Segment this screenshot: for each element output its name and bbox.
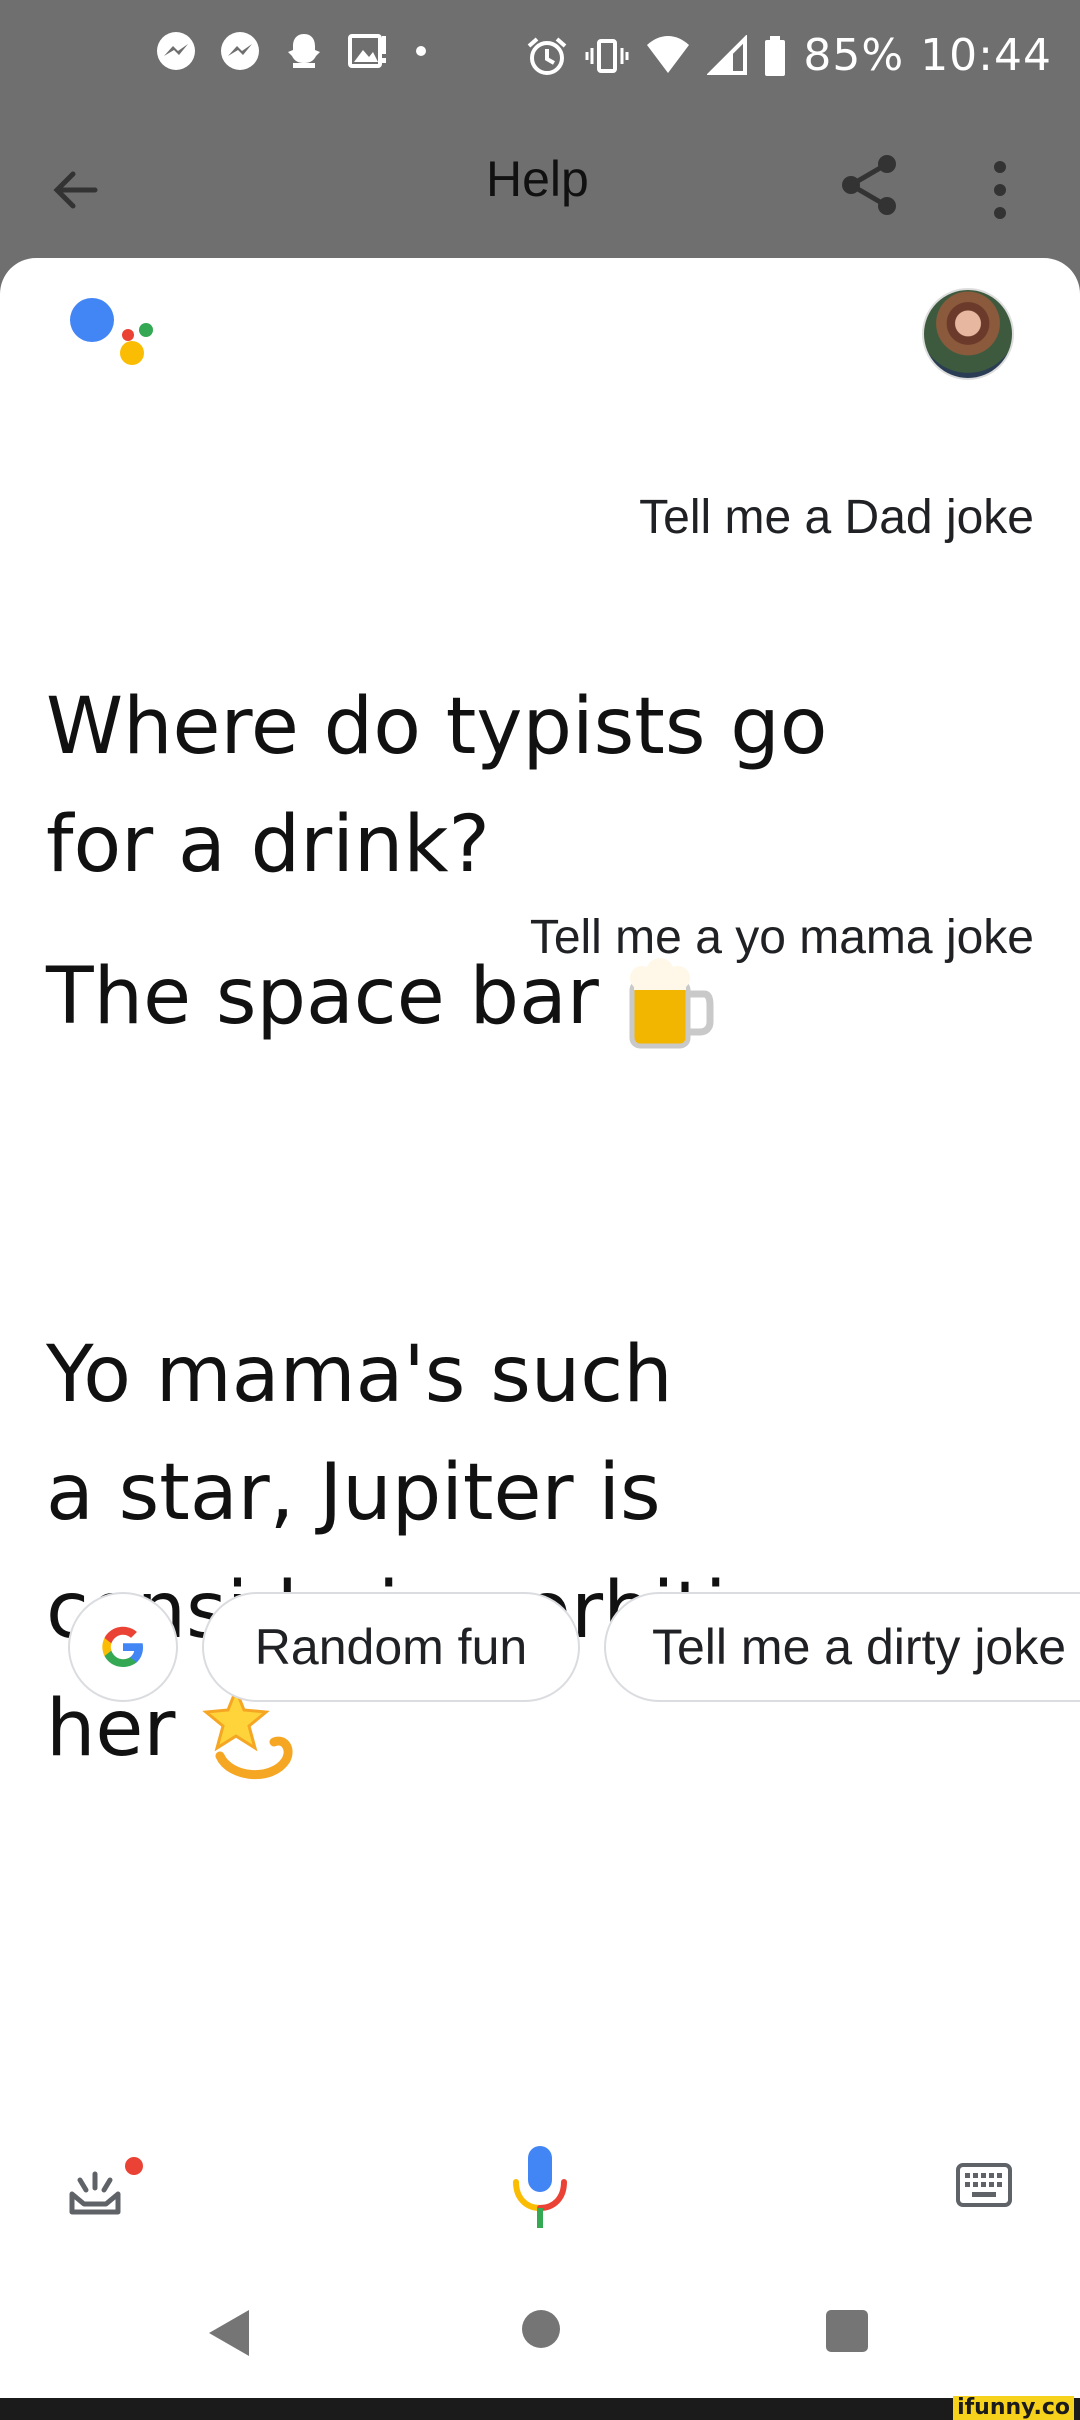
nav-recents-icon[interactable] xyxy=(826,2310,868,2352)
google-assistant-logo xyxy=(70,298,153,365)
explore-snapshot-icon[interactable] xyxy=(68,2152,148,2222)
nav-home-icon[interactable] xyxy=(522,2310,560,2348)
wifi-icon xyxy=(647,35,690,73)
response-line: a star, Jupiter is xyxy=(46,1448,661,1538)
gallery-alert-icon xyxy=(348,34,386,68)
chip-dirty-joke[interactable]: Tell me a dirty joke xyxy=(604,1592,1080,1702)
vibrate-icon xyxy=(585,38,629,73)
clock: 10:44 xyxy=(920,30,1052,81)
google-search-chip[interactable] xyxy=(68,1592,178,1702)
ifunny-watermark: ifunny.co xyxy=(953,2396,1074,2420)
messenger-icon xyxy=(157,32,195,70)
user-message: Tell me a yo mama joke xyxy=(529,911,1034,964)
snapchat-icon xyxy=(288,34,320,68)
app-bar: Help xyxy=(0,120,1080,260)
system-nav-bar xyxy=(0,2270,1080,2390)
more-vert-icon[interactable] xyxy=(985,155,1015,225)
assistant-response: Yo mama's such a star, Jupiter is consid… xyxy=(46,1316,946,1788)
assistant-input-bar xyxy=(0,2130,1080,2240)
keyboard-icon[interactable] xyxy=(955,2160,1013,2210)
response-line: Yo mama's such xyxy=(46,1330,673,1420)
mic-icon[interactable] xyxy=(510,2142,570,2232)
response-line: The space bar xyxy=(46,952,599,1042)
beer-mug-emoji xyxy=(629,957,714,1049)
notification-icons xyxy=(155,30,431,72)
assistant-response: Where do typists go for a drink? xyxy=(46,668,946,904)
chip-random-fun[interactable]: Random fun xyxy=(202,1592,580,1702)
response-line: for a drink? xyxy=(46,800,490,890)
avatar[interactable] xyxy=(922,288,1014,380)
assistant-sheet: Tell me a Dad joke Where do typists go f… xyxy=(0,258,1080,2398)
page-title: Help xyxy=(486,151,589,207)
messenger-icon xyxy=(221,32,259,70)
share-icon[interactable] xyxy=(835,150,905,220)
battery-percent: 85% xyxy=(803,30,905,81)
google-g-icon xyxy=(102,1626,143,1667)
response-line: Where do typists go xyxy=(46,682,828,772)
nav-back-icon[interactable] xyxy=(207,2308,251,2358)
watermark-strip xyxy=(0,2398,1080,2420)
alarm-icon xyxy=(528,36,567,75)
status-bar: 85% 10:44 xyxy=(0,0,1080,120)
suggestion-chips: Random fun Tell me a dirty joke xyxy=(68,1592,1080,1702)
dot-icon xyxy=(416,46,426,56)
system-icons: 85% 10:44 xyxy=(525,30,1052,81)
arrow-back-icon[interactable] xyxy=(45,160,105,220)
signal-icon xyxy=(707,34,748,75)
user-message: Tell me a Dad joke xyxy=(639,491,1034,544)
battery-icon xyxy=(765,35,786,76)
